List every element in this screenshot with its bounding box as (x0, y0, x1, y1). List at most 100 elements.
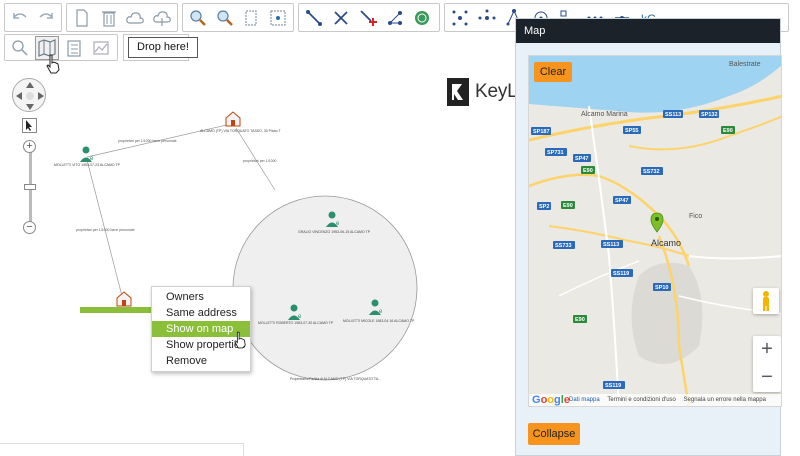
delete-button[interactable] (97, 6, 121, 30)
svg-text:SP10: SP10 (655, 285, 668, 291)
place-label: Balestrate (729, 61, 761, 68)
svg-text:SP2: SP2 (539, 204, 549, 210)
cloud-download-icon (153, 10, 171, 26)
page-right-edge (789, 0, 800, 456)
city-label: Alcamo (651, 238, 681, 248)
place-label: Alcamo Marina (581, 111, 628, 118)
edge-label: proprietari per 1/1000 (243, 159, 277, 163)
context-item-remove[interactable]: Remove (152, 353, 250, 369)
toolbar-group-tools (4, 34, 118, 61)
zoom-fit-button[interactable] (213, 6, 237, 30)
add-link-icon (360, 9, 377, 26)
link-icon (306, 9, 322, 26)
map-terms-link[interactable]: Termini e condizioni d'uso (607, 397, 676, 403)
svg-text:SS119: SS119 (613, 271, 629, 277)
road-shields: SP187 SP55 SS113 SP132 E90 SP731 SP47 E9… (531, 110, 735, 389)
unlink-button[interactable] (329, 6, 353, 30)
svg-text:SP47: SP47 (575, 156, 588, 162)
svg-text:e: e (90, 156, 94, 162)
context-menu: Owners Same address Show on map Show pro… (151, 286, 251, 372)
network-button[interactable] (383, 6, 407, 30)
svg-text:SP132: SP132 (701, 112, 718, 118)
drop-here-button[interactable]: Drop here! (128, 37, 198, 58)
map-zoom-in-button[interactable]: + (753, 336, 781, 364)
layout-organic-icon (478, 9, 496, 20)
select-area-icon (270, 9, 286, 26)
cloud-download-button[interactable] (150, 6, 174, 30)
redo-icon (39, 12, 53, 19)
cloud-upload-button[interactable] (124, 6, 148, 30)
place-label: Fico (689, 213, 702, 220)
combo-group-circle (232, 195, 418, 381)
bottom-panel (0, 443, 244, 456)
cloud-upload-icon (126, 11, 145, 24)
map-window-title: Map (516, 19, 780, 43)
svg-text:SP47: SP47 (615, 198, 628, 204)
edge-label: proprietari per 1/1000 bene personale (118, 139, 177, 143)
node-label: MOLLETTI VITO 1953-07-23 ALCAMO TP (54, 163, 121, 167)
toolbar-group-history (4, 3, 62, 32)
checklist-icon (67, 39, 81, 57)
checklist-button[interactable] (62, 36, 86, 60)
map-zoom-out-button[interactable]: − (753, 364, 781, 392)
hand-cursor-icon (234, 331, 246, 349)
page-view-button[interactable] (240, 6, 264, 30)
svg-text:E90: E90 (563, 203, 573, 209)
zoom-in-button[interactable] (186, 6, 210, 30)
svg-text:SP55: SP55 (625, 128, 638, 134)
unlink-icon (334, 10, 348, 25)
add-link-button[interactable] (356, 6, 380, 30)
context-item-same-address[interactable]: Same address (152, 305, 250, 321)
delete-icon (101, 10, 116, 27)
search-button[interactable] (8, 36, 32, 60)
node-label: MOLLETTI ROBERTO 1983-07-30 ALCAMO TP (258, 321, 334, 325)
map-window: Map SP187 SP55 SS113 SP132 E90 SP731 SP4… (515, 18, 782, 456)
map-data-link[interactable]: Dati mappa (569, 397, 600, 403)
chart-button[interactable] (89, 36, 113, 60)
svg-text:SS732: SS732 (643, 169, 660, 175)
street-view-control[interactable] (753, 288, 779, 314)
link-button[interactable] (302, 6, 326, 30)
globe-icon (415, 10, 429, 25)
map-clear-button[interactable]: Clear (534, 62, 572, 82)
selected-house-node[interactable] (116, 291, 132, 307)
toolbar-group-file (66, 3, 178, 32)
map-zoom-control: + − (753, 336, 781, 392)
select-area-button[interactable] (266, 6, 290, 30)
map-tiles[interactable]: SP187 SP55 SS113 SP132 E90 SP731 SP47 E9… (529, 56, 782, 407)
chart-icon (93, 40, 109, 55)
undo-icon (13, 12, 27, 19)
svg-text:SS113: SS113 (603, 242, 619, 248)
svg-text:SS113: SS113 (665, 112, 681, 118)
svg-text:SS733: SS733 (555, 243, 572, 249)
combo-label: Proprietario/Partita di ALCAMO (TP) VIA … (290, 377, 381, 381)
globe-button[interactable] (410, 6, 434, 30)
zoom-fit-icon (217, 9, 233, 26)
map-view[interactable]: SP187 SP55 SS113 SP132 E90 SP731 SP47 E9… (528, 55, 782, 407)
svg-text:E90: E90 (723, 128, 733, 134)
new-document-button[interactable] (70, 6, 94, 30)
toolbar-group-links (298, 3, 440, 32)
map-marker-icon (650, 212, 664, 233)
layout-icon (452, 10, 468, 25)
network-icon (388, 10, 402, 25)
map-collapse-button[interactable]: Collapse (528, 423, 580, 445)
graph-canvas[interactable]: proprietari per 1/1000 bene personale pr… (0, 62, 520, 456)
layout-button[interactable] (448, 6, 472, 30)
selected-node-highlight (80, 307, 155, 313)
svg-text:E90: E90 (575, 317, 585, 323)
redo-button[interactable] (35, 6, 59, 30)
pegman-icon (763, 291, 769, 311)
map-report-link[interactable]: Segnala un errore nella mappa (684, 397, 766, 403)
layout-organic-button[interactable] (475, 6, 499, 30)
svg-text:SP187: SP187 (533, 129, 550, 135)
context-item-owners[interactable]: Owners (152, 289, 250, 305)
new-document-icon (76, 8, 88, 27)
undo-button[interactable] (8, 6, 32, 30)
house-node[interactable]: ALCAMO (TP) VIA TORQUATO TASSO, 30 Piano… (200, 111, 282, 133)
google-logo: Google (532, 394, 570, 406)
page-view-icon (245, 9, 257, 26)
edge-label: proprietari per 1/1000 bene personale (76, 228, 135, 232)
node-label: MOLLETTI MICOLE 1983-04-16 ALCAMO TP (343, 319, 415, 323)
node-label: ALCAMO (TP) VIA TORQUATO TASSO, 30 Piano… (200, 129, 282, 133)
